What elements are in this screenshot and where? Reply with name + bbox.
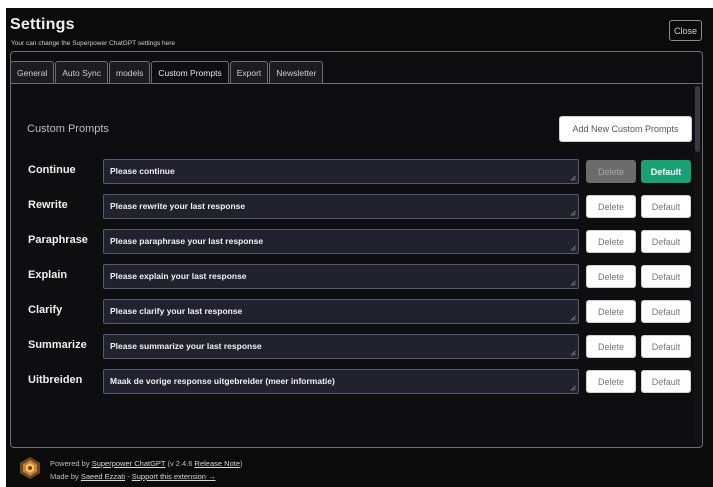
prompt-name: Explain — [28, 269, 68, 281]
prompt-text: Please paraphrase your last response — [110, 236, 264, 246]
tab-general[interactable]: General — [10, 61, 55, 83]
prompt-text: Please explain your last response — [110, 271, 247, 281]
prompt-text: Maak de vorige response uitgebreider (me… — [110, 376, 335, 386]
delete-button[interactable]: Delete — [586, 370, 636, 393]
resize-handle-icon[interactable] — [570, 385, 576, 391]
prompt-row-explain: Explain Please explain your last respons… — [0, 264, 713, 289]
prompt-text: Please clarify your last response — [110, 306, 243, 316]
tab-bar: General Auto Sync models Custom Prompts … — [10, 61, 324, 83]
scrollbar-thumb[interactable] — [695, 86, 700, 152]
footer-made-by: Made by Saeed Ezzati - Support this exte… — [50, 472, 216, 481]
prompt-name: Paraphrase — [28, 234, 88, 246]
tab-divider — [10, 83, 703, 84]
prompt-row-uitbreiden: Uitbreiden Maak de vorige response uitge… — [0, 369, 713, 394]
resize-handle-icon[interactable] — [570, 315, 576, 321]
default-button[interactable]: Default — [641, 230, 691, 253]
prompt-name: Continue — [28, 164, 76, 176]
version-suffix: ) — [240, 459, 243, 468]
page-subtitle: Your can change the Superpower ChatGPT s… — [11, 40, 176, 47]
prompt-name: Rewrite — [28, 199, 68, 211]
prompt-text-field[interactable]: Please summarize your last response — [103, 334, 579, 359]
prompt-text-field[interactable]: Please explain your last response — [103, 264, 579, 289]
prompt-text-field[interactable]: Maak de vorige response uitgebreider (me… — [103, 369, 579, 394]
prompt-text: Please continue — [110, 166, 175, 176]
footer-powered-by: Powered by Superpower ChatGPT (v 2.4.6 R… — [50, 459, 243, 468]
prompt-text-field[interactable]: Please rewrite your last response — [103, 194, 579, 219]
powered-prefix: Powered by — [50, 459, 92, 468]
resize-handle-icon[interactable] — [570, 280, 576, 286]
resize-handle-icon[interactable] — [570, 175, 576, 181]
prompt-row-summarize: Summarize Please summarize your last res… — [0, 334, 713, 359]
support-link[interactable]: Support this extension → — [132, 472, 216, 481]
default-button[interactable]: Default — [641, 370, 691, 393]
prompt-text-field[interactable]: Please paraphrase your last response — [103, 229, 579, 254]
delete-button[interactable]: Delete — [586, 230, 636, 253]
page-title: Settings — [10, 16, 75, 33]
delete-button[interactable]: Delete — [586, 300, 636, 323]
prompt-row-rewrite: Rewrite Please rewrite your last respons… — [0, 194, 713, 219]
footer-separator: - — [125, 472, 132, 481]
tab-newsletter[interactable]: Newsletter — [269, 61, 324, 83]
delete-button[interactable]: Delete — [586, 195, 636, 218]
tab-auto-sync[interactable]: Auto Sync — [55, 61, 108, 83]
prompt-text: Please rewrite your last response — [110, 201, 246, 211]
made-by-prefix: Made by — [50, 472, 81, 481]
resize-handle-icon[interactable] — [570, 350, 576, 356]
prompt-text: Please summarize your last response — [110, 341, 262, 351]
default-button[interactable]: Default — [641, 160, 691, 183]
prompt-name: Clarify — [28, 304, 63, 316]
delete-button[interactable]: Delete — [586, 160, 636, 183]
prompt-text-field[interactable]: Please continue — [103, 159, 579, 184]
product-link[interactable]: Superpower ChatGPT — [92, 459, 166, 468]
version-text: (v 2.4.6 — [165, 459, 195, 468]
resize-handle-icon[interactable] — [570, 210, 576, 216]
prompt-name: Uitbreiden — [28, 374, 83, 386]
tab-models[interactable]: models — [109, 61, 151, 83]
tab-export[interactable]: Export — [229, 61, 269, 83]
delete-button[interactable]: Delete — [586, 335, 636, 358]
prompt-text-field[interactable]: Please clarify your last response — [103, 299, 579, 324]
close-button[interactable]: Close — [669, 20, 702, 41]
prompt-row-continue: Continue Please continue Delete Default — [0, 159, 713, 184]
add-custom-prompt-button[interactable]: Add New Custom Prompts — [559, 116, 692, 142]
section-title: Custom Prompts — [27, 123, 109, 135]
prompt-row-clarify: Clarify Please clarify your last respons… — [0, 299, 713, 324]
default-button[interactable]: Default — [641, 335, 691, 358]
release-note-link[interactable]: Release Note — [195, 459, 240, 468]
prompt-row-paraphrase: Paraphrase Please paraphrase your last r… — [0, 229, 713, 254]
resize-handle-icon[interactable] — [570, 245, 576, 251]
delete-button[interactable]: Delete — [586, 265, 636, 288]
prompt-name: Summarize — [28, 339, 87, 351]
default-button[interactable]: Default — [641, 195, 691, 218]
default-button[interactable]: Default — [641, 265, 691, 288]
superpower-logo-icon — [20, 457, 40, 479]
default-button[interactable]: Default — [641, 300, 691, 323]
author-link[interactable]: Saeed Ezzati — [81, 472, 125, 481]
tab-custom-prompts[interactable]: Custom Prompts — [151, 61, 229, 83]
